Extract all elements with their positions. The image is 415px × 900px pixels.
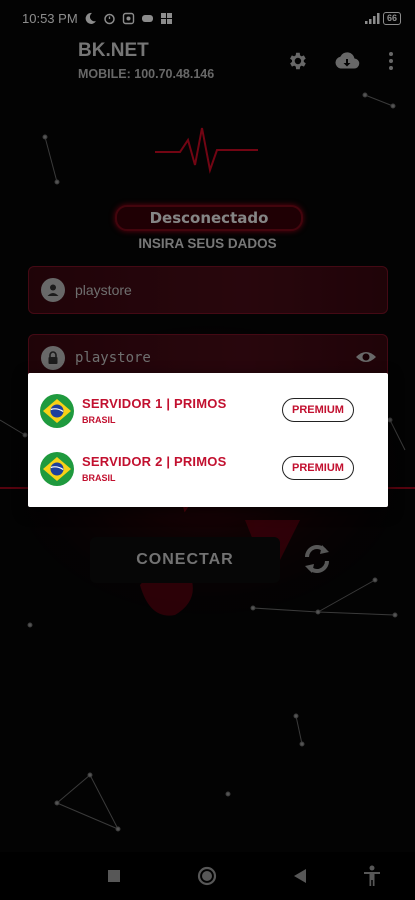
server-name: SERVIDOR 1 | PRIMOS	[82, 396, 227, 411]
server-country: BRASIL	[82, 415, 116, 425]
brazil-flag-icon	[40, 394, 74, 428]
server-item[interactable]: SERVIDOR 1 | PRIMOS BRASIL PREMIUM	[28, 383, 388, 441]
server-select-dialog: SERVIDOR 1 | PRIMOS BRASIL PREMIUM SERVI…	[28, 373, 388, 507]
premium-badge: PREMIUM	[282, 456, 354, 480]
premium-badge: PREMIUM	[282, 398, 354, 422]
server-name: SERVIDOR 2 | PRIMOS	[82, 454, 227, 469]
server-country: BRASIL	[82, 473, 116, 483]
brazil-flag-icon	[40, 452, 74, 486]
server-item[interactable]: SERVIDOR 2 | PRIMOS BRASIL PREMIUM	[28, 441, 388, 499]
